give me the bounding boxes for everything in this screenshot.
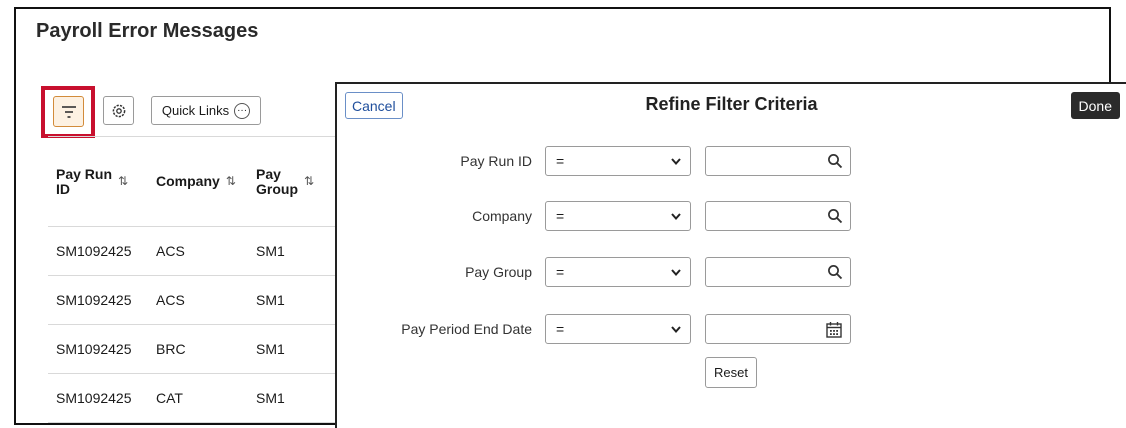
column-header-pay-group[interactable]: Pay Group ⇅ [248,136,348,227]
quick-links-label: Quick Links [161,103,230,118]
table-row[interactable]: SM1092425 BRC SM1 [48,324,348,374]
filter-row-pay-run-id: Pay Run ID = [337,146,1126,176]
filter-row-company: Company = [337,201,1126,231]
search-icon[interactable] [827,264,843,280]
search-icon[interactable] [827,153,843,169]
quick-links-button[interactable]: Quick Links ··· [151,96,261,125]
cell-pay-group: SM1 [248,324,348,374]
cell-company: BRC [148,324,248,374]
sort-icon[interactable]: ⇅ [118,175,128,188]
cell-company: CAT [148,373,248,423]
search-icon[interactable] [827,208,843,224]
reset-button[interactable]: Reset [705,357,757,388]
column-header-company[interactable]: Company ⇅ [148,136,248,227]
refine-filter-modal: Refine Filter Criteria Cancel Done Pay R… [335,82,1126,428]
operator-select[interactable]: = [545,314,691,344]
cell-pay-group: SM1 [248,373,348,423]
sort-icon[interactable]: ⇅ [304,175,314,188]
operator-value: = [556,321,565,337]
company-input[interactable] [705,201,851,231]
table-row[interactable]: SM1092425 ACS SM1 [48,226,348,276]
operator-value: = [556,208,565,224]
sort-icon[interactable]: ⇅ [226,175,236,188]
modal-header: Refine Filter Criteria Cancel Done [337,84,1126,128]
filter-label: Company [472,208,532,224]
settings-button[interactable] [103,96,134,125]
page-title: Payroll Error Messages [36,20,259,42]
filter-row-pay-period-end-date: Pay Period End Date = [337,314,1126,344]
cell-company: ACS [148,226,248,276]
filter-button[interactable] [53,96,84,127]
table-row[interactable]: SM1092425 ACS SM1 [48,275,348,325]
column-header-line: Group [256,180,298,197]
modal-title: Refine Filter Criteria [645,94,818,114]
column-header-line: Pay [256,165,281,182]
filter-label: Pay Group [465,264,532,280]
operator-select[interactable]: = [545,146,691,176]
pay-group-input[interactable] [705,257,851,287]
ellipsis-circle-icon: ··· [234,102,251,119]
filter-label: Pay Period End Date [401,321,532,337]
filter-icon [61,105,76,118]
cell-company: ACS [148,275,248,325]
payroll-grid: Pay Run ID ⇅ Company ⇅ Pay Group ⇅ SM10924… [48,136,348,423]
cell-pay-group: SM1 [248,226,348,276]
chevron-down-icon [671,158,681,166]
operator-select[interactable]: = [545,257,691,287]
filter-row-pay-group: Pay Group = [337,257,1126,287]
column-header-line: Pay Run [56,165,113,182]
table-row[interactable]: SM1092425 CAT SM1 [48,373,348,423]
cell-pay-group: SM1 [248,275,348,325]
column-header-pay-run-id[interactable]: Pay Run ID ⇅ [48,136,148,227]
column-header-line: Company [156,173,220,190]
filter-label: Pay Run ID [460,153,532,169]
cell-pay-run-id: SM1092425 [48,373,148,423]
cell-pay-run-id: SM1092425 [48,226,148,276]
cancel-button[interactable]: Cancel [345,92,403,119]
grid-header-row: Pay Run ID ⇅ Company ⇅ Pay Group ⇅ [48,136,348,227]
operator-value: = [556,264,565,280]
pay-run-id-input[interactable] [705,146,851,176]
calendar-icon[interactable] [825,321,843,339]
chevron-down-icon [671,213,681,221]
chevron-down-icon [671,269,681,277]
cell-pay-run-id: SM1092425 [48,324,148,374]
operator-select[interactable]: = [545,201,691,231]
done-button[interactable]: Done [1070,92,1120,119]
cell-pay-run-id: SM1092425 [48,275,148,325]
pay-period-end-date-input[interactable] [705,314,851,344]
operator-value: = [556,153,565,169]
chevron-down-icon [671,326,681,334]
gear-icon [112,104,125,117]
column-header-line: ID [56,180,70,197]
